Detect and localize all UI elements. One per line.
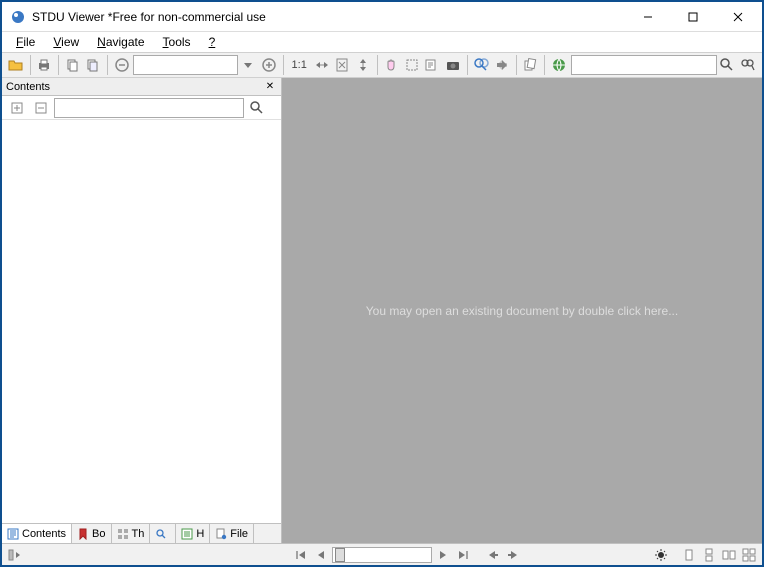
fit-page-button[interactable] bbox=[332, 54, 352, 76]
tab-contents[interactable]: Contents bbox=[2, 524, 72, 543]
tab-thumbnails-label: Th bbox=[132, 528, 145, 540]
menu-navigate[interactable]: Navigate bbox=[89, 33, 152, 51]
fit-height-button[interactable] bbox=[353, 54, 373, 76]
print-button[interactable] bbox=[34, 54, 54, 76]
sidebar-panel-title: Contents bbox=[6, 81, 263, 93]
thumbnails-icon bbox=[117, 528, 129, 540]
sidebar-tabs: Contents Bo Th H File bbox=[2, 523, 281, 543]
files-icon bbox=[215, 528, 227, 540]
sidebar-content-tree[interactable] bbox=[2, 120, 281, 523]
continuous-view-button[interactable] bbox=[700, 546, 718, 564]
tab-files[interactable]: File bbox=[210, 524, 254, 543]
bookmark-icon bbox=[77, 528, 89, 540]
tab-bookmarks[interactable]: Bo bbox=[72, 524, 111, 543]
tab-history[interactable]: H bbox=[176, 524, 210, 543]
close-button[interactable] bbox=[715, 3, 760, 31]
search-button[interactable] bbox=[718, 54, 738, 76]
toolbar-separator bbox=[283, 55, 284, 75]
toolbar-separator bbox=[107, 55, 108, 75]
text-select-tool-button[interactable] bbox=[423, 54, 443, 76]
next-page-button[interactable] bbox=[434, 546, 452, 564]
toolbar-separator bbox=[30, 55, 31, 75]
zoom-dropdown-button[interactable] bbox=[239, 54, 259, 76]
titlebar: STDU Viewer *Free for non-commercial use bbox=[2, 2, 762, 32]
facing-view-button[interactable] bbox=[720, 546, 738, 564]
sidebar-toolbar bbox=[2, 96, 281, 120]
search-all-button[interactable] bbox=[738, 54, 758, 76]
zoom-ratio-label[interactable]: 1:1 bbox=[288, 59, 311, 71]
menu-view[interactable]: View bbox=[45, 33, 87, 51]
snapshot-tool-button[interactable] bbox=[443, 54, 463, 76]
single-page-view-button[interactable] bbox=[680, 546, 698, 564]
main-toolbar: 1:1 bbox=[2, 52, 762, 78]
zoom-input[interactable] bbox=[133, 55, 238, 75]
menu-help[interactable]: ? bbox=[201, 33, 224, 51]
tab-history-label: H bbox=[196, 528, 204, 540]
find-next-button[interactable] bbox=[492, 54, 512, 76]
window-title: STDU Viewer *Free for non-commercial use bbox=[32, 10, 625, 24]
tab-contents-label: Contents bbox=[22, 528, 66, 540]
app-icon bbox=[10, 9, 26, 25]
body-area: Contents ✕ Contents Bo Th bbox=[2, 78, 762, 543]
history-icon bbox=[181, 528, 193, 540]
statusbar bbox=[2, 543, 762, 565]
rotate-button[interactable] bbox=[521, 54, 541, 76]
nav-back-button[interactable] bbox=[484, 546, 502, 564]
sidebar-toggle-button[interactable] bbox=[6, 546, 24, 564]
select-tool-button[interactable] bbox=[402, 54, 422, 76]
minimize-button[interactable] bbox=[625, 3, 670, 31]
menubar: File View Navigate Tools ? bbox=[2, 32, 762, 52]
continuous-facing-view-button[interactable] bbox=[740, 546, 758, 564]
nav-forward-button[interactable] bbox=[504, 546, 522, 564]
tab-bookmarks-label: Bo bbox=[92, 528, 105, 540]
toolbar-separator bbox=[58, 55, 59, 75]
sidebar-close-button[interactable]: ✕ bbox=[263, 80, 277, 94]
search-input[interactable] bbox=[571, 55, 717, 75]
sidebar-search-input[interactable] bbox=[54, 98, 244, 118]
tab-thumbnails[interactable]: Th bbox=[112, 524, 151, 543]
empty-hint-text: You may open an existing document by dou… bbox=[366, 304, 678, 318]
zoom-in-button[interactable] bbox=[259, 54, 279, 76]
toolbar-separator bbox=[377, 55, 378, 75]
first-page-button[interactable] bbox=[292, 546, 310, 564]
hand-tool-button[interactable] bbox=[381, 54, 401, 76]
tab-search[interactable] bbox=[150, 524, 176, 543]
last-page-button[interactable] bbox=[454, 546, 472, 564]
menu-file[interactable]: File bbox=[8, 33, 43, 51]
prev-page-button[interactable] bbox=[312, 546, 330, 564]
copy-image-button[interactable] bbox=[83, 54, 103, 76]
expand-all-button[interactable] bbox=[6, 97, 28, 119]
menu-tools[interactable]: Tools bbox=[155, 33, 199, 51]
page-slider-thumb[interactable] bbox=[335, 548, 345, 562]
find-button[interactable] bbox=[472, 54, 492, 76]
page-slider[interactable] bbox=[332, 547, 432, 563]
contents-icon bbox=[7, 528, 19, 540]
browser-button[interactable] bbox=[549, 54, 569, 76]
zoom-out-button[interactable] bbox=[112, 54, 132, 76]
copy-text-button[interactable] bbox=[63, 54, 83, 76]
open-button[interactable] bbox=[6, 54, 26, 76]
document-view-area[interactable]: You may open an existing document by dou… bbox=[282, 78, 762, 543]
sidebar-find-button[interactable] bbox=[246, 97, 268, 119]
maximize-button[interactable] bbox=[670, 3, 715, 31]
toolbar-separator bbox=[516, 55, 517, 75]
toolbar-separator bbox=[544, 55, 545, 75]
collapse-all-button[interactable] bbox=[30, 97, 52, 119]
fit-width-button[interactable] bbox=[312, 54, 332, 76]
sidebar-panel: Contents ✕ Contents Bo Th bbox=[2, 78, 282, 543]
search-icon bbox=[155, 528, 167, 540]
toolbar-separator bbox=[467, 55, 468, 75]
tab-files-label: File bbox=[230, 528, 248, 540]
sidebar-header: Contents ✕ bbox=[2, 78, 281, 96]
brightness-button[interactable] bbox=[652, 546, 670, 564]
